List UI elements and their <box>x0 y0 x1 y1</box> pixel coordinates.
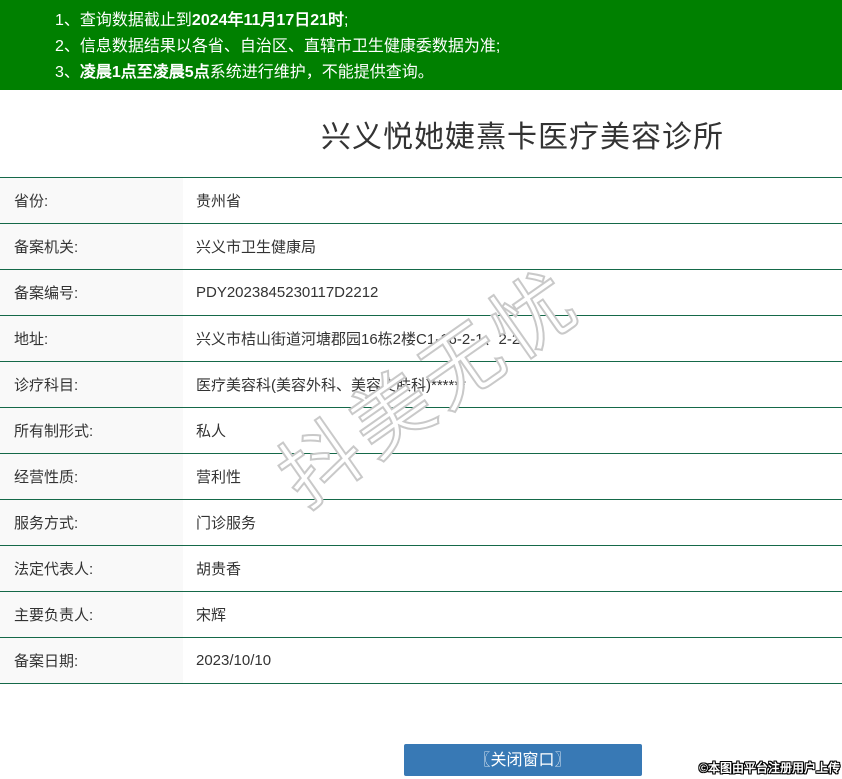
notice-text: 凌晨1点至凌晨5点 <box>79 64 210 81</box>
row-label: 备案日期: <box>0 638 183 683</box>
notice-text: 信息数据结果以各省、自治区、直辖市卫生健康委数据为准; <box>79 38 501 55</box>
notice-text: 查询数据截止到 <box>79 12 192 29</box>
row-value: 宋辉 <box>196 607 227 624</box>
page: 兴义悦她婕熹卡医疗美容诊所 省份: 贵州省 备案机关: 兴义市卫生健康局 备案编号: PD… <box>0 118 842 776</box>
table-row: 经营性质: 营利性 <box>0 454 842 500</box>
notice-list: 1、查询数据截止到2024年11月17日21时; 2、信息数据结果以各省、自治区、… <box>55 8 832 86</box>
notice-number: 3、 <box>55 64 80 81</box>
row-value: 兴义市桔山街道河塘郡园16栋2楼C1-16-2-1、2-2 <box>196 331 521 348</box>
row-value: 兴义市卫生健康局 <box>196 239 317 256</box>
row-value: 私人 <box>196 423 227 440</box>
table-row: 诊疗科目: 医疗美容科(美容外科、美容皮肤科)****** <box>0 362 842 408</box>
table-row: 备案机关: 兴义市卫生健康局 <box>0 224 842 270</box>
notice-number: 2、 <box>55 38 80 55</box>
row-value: 2023/10/10 <box>196 652 272 669</box>
table-row: 法定代表人: 胡贵香 <box>0 546 842 592</box>
row-value: 医疗美容科(美容外科、美容皮肤科)****** <box>196 377 467 394</box>
table-row: 备案编号: PDY2023845230117D2212 <box>0 270 842 316</box>
notice-text: 2024年11月17日21时 <box>191 12 345 29</box>
page-title: 兴义悦她婕熹卡医疗美容诊所 <box>321 121 724 154</box>
table-row: 服务方式: 门诊服务 <box>0 500 842 546</box>
notice-line: 2、信息数据结果以各省、自治区、直辖市卫生健康委数据为准; <box>55 34 832 60</box>
table-row: 主要负责人: 宋辉 <box>0 592 842 638</box>
row-label: 省份: <box>0 178 183 223</box>
row-label: 备案编号: <box>0 270 183 315</box>
row-label: 经营性质: <box>0 454 183 499</box>
notice-line: 1、查询数据截止到2024年11月17日21时; <box>55 8 832 34</box>
row-label: 地址: <box>0 316 183 361</box>
table-row: 省份: 贵州省 <box>0 178 842 224</box>
notice-text: 系统进行维护，不能提供查询。 <box>209 64 434 81</box>
row-label: 备案机关: <box>0 224 183 269</box>
row-value: 门诊服务 <box>196 515 257 532</box>
table-row: 地址: 兴义市桔山街道河塘郡园16栋2楼C1-16-2-1、2-2 <box>0 316 842 362</box>
row-value: 胡贵香 <box>196 561 242 578</box>
notice-number: 1、 <box>55 12 80 29</box>
row-value: 营利性 <box>196 469 242 486</box>
row-value: 贵州省 <box>196 193 242 210</box>
notice-text: ; <box>344 12 349 29</box>
close-window-button[interactable]: 〖关闭窗口〗 <box>403 744 642 776</box>
row-label: 诊疗科目: <box>0 362 183 407</box>
row-label: 所有制形式: <box>0 408 183 453</box>
row-label: 法定代表人: <box>0 546 183 591</box>
table-row: 所有制形式: 私人 <box>0 408 842 454</box>
table-row: 备案日期: 2023/10/10 <box>0 638 842 684</box>
row-value: PDY2023845230117D2212 <box>196 284 379 301</box>
notice-line: 3、凌晨1点至凌晨5点系统进行维护，不能提供查询。 <box>55 60 832 86</box>
info-table: 省份: 贵州省 备案机关: 兴义市卫生健康局 备案编号: PDY2023845230117… <box>0 177 842 684</box>
row-label: 主要负责人: <box>0 592 183 637</box>
row-label: 服务方式: <box>0 500 183 545</box>
image-credit-text: ©本图由平台注册用户上传 <box>699 761 840 775</box>
notice-banner: 1、查询数据截止到2024年11月17日21时; 2、信息数据结果以各省、自治区、… <box>0 0 842 90</box>
